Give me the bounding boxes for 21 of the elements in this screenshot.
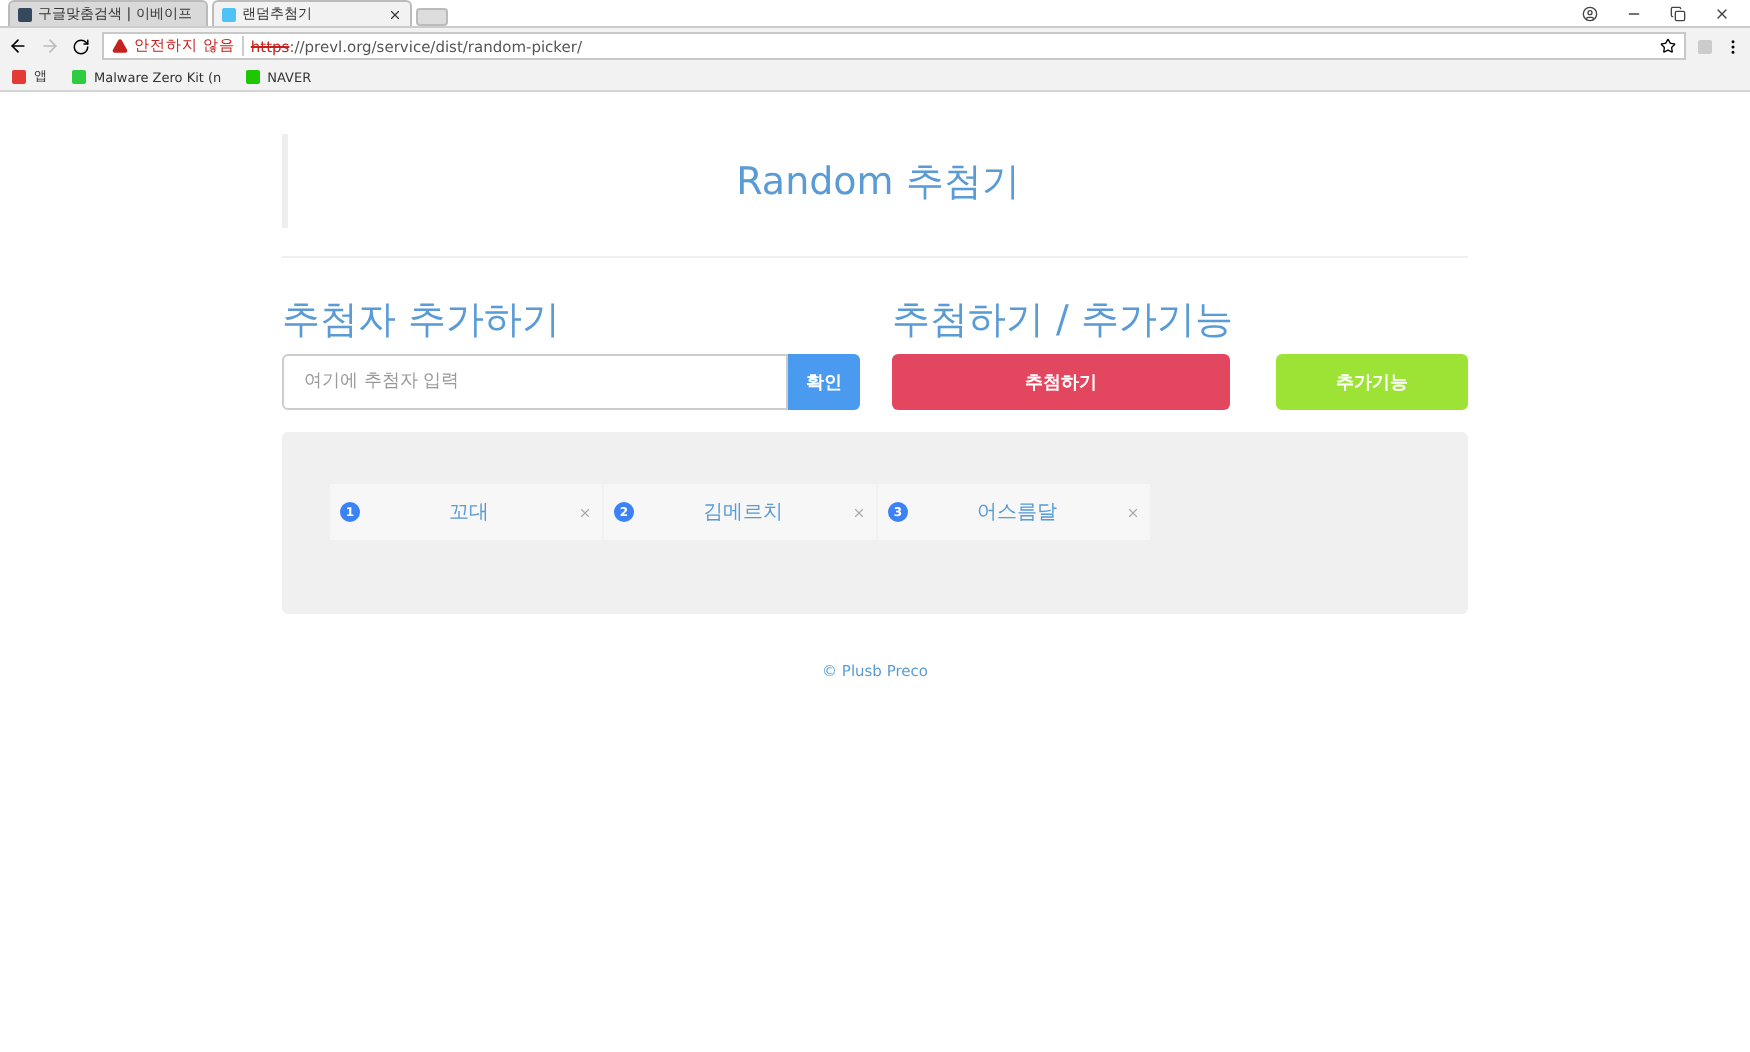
bookmark-icon [72,70,86,84]
bookmark-icon [245,70,260,84]
back-icon[interactable] [8,36,28,56]
warning-icon [112,38,128,54]
tab-favicon-icon [222,7,236,21]
user-icon[interactable] [1582,5,1598,21]
name-input-field[interactable]: 여기에 추첨자 입력 [282,354,788,410]
entry-name: 어스름달 [975,500,1059,526]
restore-icon[interactable] [1670,5,1686,21]
bookmark-star-icon[interactable] [1660,38,1676,54]
tab-favicon-icon [18,7,32,21]
section-heading: 추첨자 추가하기 [282,296,563,346]
close-icon[interactable] [388,7,402,21]
reload-icon[interactable] [72,37,90,55]
close-icon[interactable] [1714,5,1730,21]
section-heading: 추첨하기 / 추가기능 [892,296,1235,346]
bookmark-icon [12,70,26,84]
entry-name: 김메르치 [701,500,785,526]
page-title: Random 추첨기 [736,157,1020,207]
entry-name: 꼬대 [447,500,491,526]
draw-button[interactable]: 추첨하기 [892,354,1230,410]
